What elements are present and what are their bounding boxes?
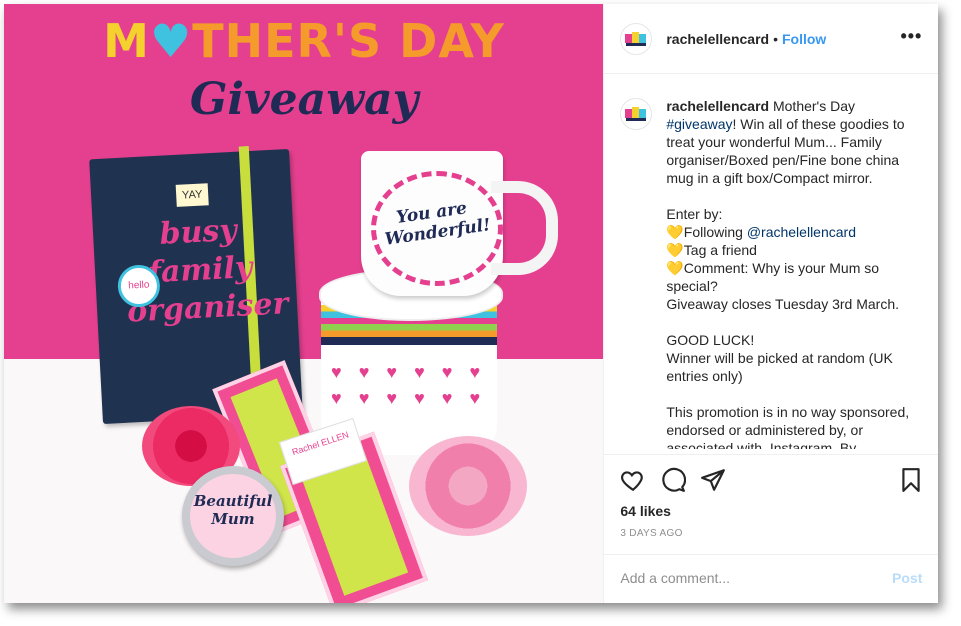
bookmark-icon[interactable] [898,467,924,493]
hashtag-link[interactable]: #giveaway [666,116,732,132]
post-date: 3 DAYS AGO [620,528,683,539]
caption-username[interactable]: rachelellencard [666,98,769,114]
header-username[interactable]: rachelellencard [666,31,769,47]
avatar[interactable] [620,22,653,55]
comment-bar: Add a comment... Post [604,554,939,604]
caption-part: 💛Tag a friend 💛Comment: Why is your Mum … [666,242,910,449]
compact-mirror: Beautiful Mum [182,466,284,566]
more-options-icon[interactable]: ••• [900,26,922,46]
china-mug: You are Wonderful! [361,151,558,296]
comment-icon[interactable] [660,467,687,493]
caption-text: rachelellencard Mother's Day #giveaway! … [666,97,922,449]
instagram-post-card: M♥THER'S DAY Giveaway YAY busy family or… [4,4,939,604]
like-count[interactable]: 64 likes [620,503,671,519]
share-icon[interactable] [700,467,726,493]
post-image[interactable]: M♥THER'S DAY Giveaway YAY busy family or… [4,4,604,603]
headline-rest: THER'S DAY [192,14,505,68]
action-bar: 64 likes 3 DAYS AGO [604,454,939,555]
header-separator: • [773,30,778,47]
heart-icon: ♥ [149,14,193,68]
notebook-yay-flag: YAY [175,183,209,207]
image-headline-giveaway: Giveaway [189,74,419,125]
pink-flower [409,436,527,536]
caption-part: Mother's Day [769,98,859,114]
mention-link[interactable]: @rachelellencard [747,224,856,240]
post-side-panel: rachelellencard • Follow ••• rachelellen… [603,4,939,604]
caption-part: ! Win all of these goodies to treat your… [666,116,905,240]
image-headline-mothers-day: M♥THER'S DAY [4,14,603,68]
post-header: rachelellencard • Follow ••• [604,4,939,74]
post-caption: rachelellencard Mother's Day #giveaway! … [620,97,930,449]
action-icons [620,467,924,497]
heart-icon[interactable] [620,467,646,493]
post-comment-button[interactable]: Post [892,570,922,586]
headline-letter-m: M [103,14,150,68]
follow-button[interactable]: Follow [782,31,826,47]
mirror-text: Beautiful Mum [193,492,273,528]
avatar[interactable] [620,98,653,130]
comment-input[interactable]: Add a comment... [620,570,730,586]
